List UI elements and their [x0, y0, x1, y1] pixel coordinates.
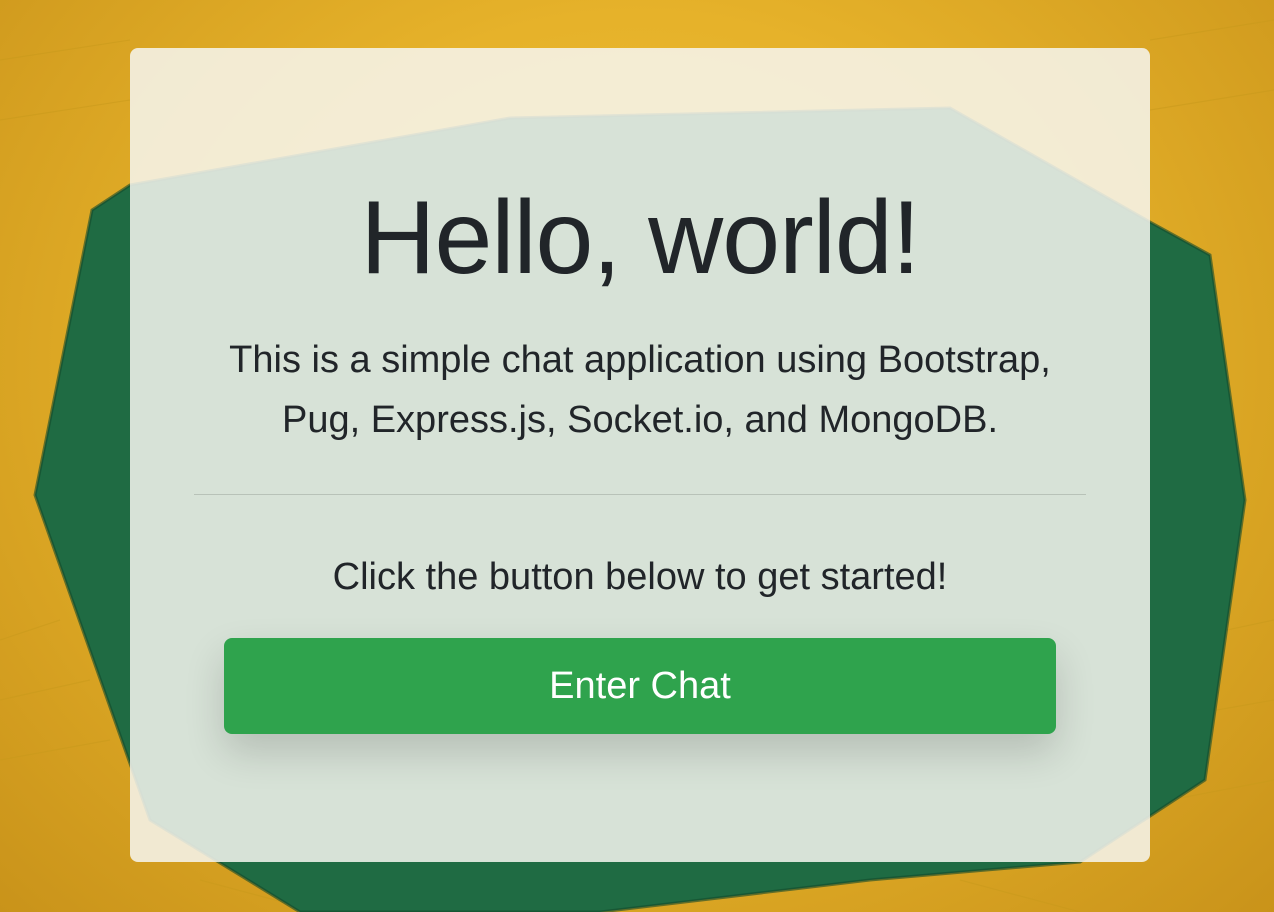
page-title: Hello, world! [360, 180, 920, 296]
lead-description: This is a simple chat application using … [229, 339, 1051, 441]
jumbotron-card: Hello, world! This is a simple chat appl… [130, 48, 1150, 862]
enter-chat-button[interactable]: Enter Chat [224, 638, 1056, 734]
call-to-action-text: Click the button below to get started! [332, 556, 948, 598]
divider [194, 494, 1086, 495]
